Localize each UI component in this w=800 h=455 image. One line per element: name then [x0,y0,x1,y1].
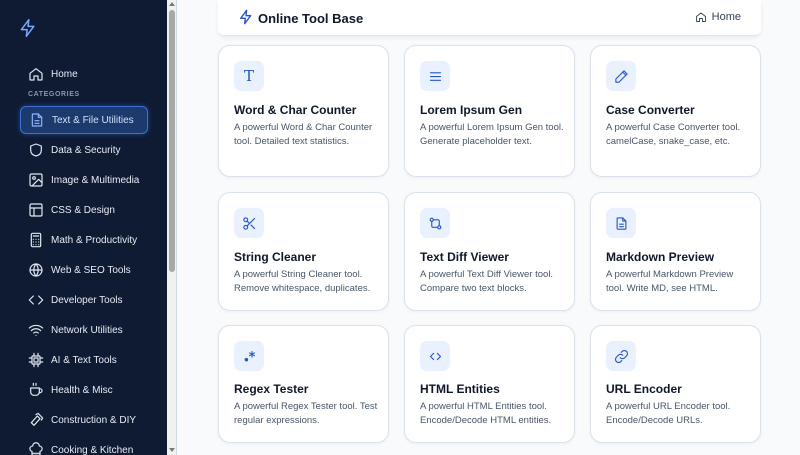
sidebar-item-ai-text-tools[interactable]: AI & Text Tools [20,346,148,374]
home-icon [28,66,44,82]
menu-icon [420,61,450,91]
card-description: A powerful URL Encoder tool. Encode/Deco… [606,401,731,426]
bolt-logo-icon[interactable] [18,18,38,38]
sidebar-item-label: Text & File Utilities [52,114,134,126]
card-title: Lorem Ipsum Gen [420,103,523,117]
card-title: Markdown Preview [606,250,715,264]
card-description: A powerful Regex Tester tool. Test regul… [234,401,378,426]
sidebar-item-home[interactable]: Home [20,60,148,88]
tool-card-url-encoder[interactable]: URL Encoder A powerful URL Encoder tool.… [590,325,761,443]
sidebar-item-text-file-utilities[interactable]: Text & File Utilities [20,106,148,134]
scissors-icon [234,208,264,238]
sidebar-item-developer-tools[interactable]: Developer Tools [20,286,148,314]
sidebar-item-label: Construction & DIY [51,414,137,426]
sidebar-item-label: Home [51,68,78,80]
pen-icon [606,61,636,91]
home-link-label: Home [711,11,741,23]
card-description: A powerful Case Converter tool. camelCas… [606,122,741,147]
tool-card-string-cleaner[interactable]: String Cleaner A powerful String Cleaner… [218,192,389,311]
globe-icon [28,262,44,278]
card-title: Case Converter [606,103,695,117]
sidebar-item-label: Math & Productivity [51,234,138,246]
card-title: Text Diff Viewer [420,250,509,264]
sidebar-item-label: CSS & Design [51,204,115,216]
sidebar-item-cooking-kitchen[interactable]: Cooking & Kitchen [20,436,148,455]
card-title: HTML Entities [420,382,500,396]
wifi-icon [28,322,44,338]
sidebar-item-image-multimedia[interactable]: Image & Multimedia [20,166,148,194]
layout-icon [28,202,44,218]
code-icon [28,292,44,308]
card-title: Regex Tester [234,382,309,396]
card-title: URL Encoder [606,382,682,396]
tool-card-text-diff-viewer[interactable]: Text Diff Viewer A powerful Text Diff Vi… [404,192,575,311]
calculator-icon [28,232,44,248]
chef-hat-icon [28,442,44,455]
sidebar-item-label: Data & Security [51,144,121,156]
tool-card-lorem-ipsum-gen[interactable]: Lorem Ipsum Gen A powerful Lorem Ipsum G… [404,45,575,177]
card-description: A powerful String Cleaner tool. Remove w… [234,269,371,294]
card-title: String Cleaner [234,250,317,264]
bolt-icon [240,9,252,25]
file-text-icon [29,112,45,128]
card-description: A powerful Markdown Preview tool. Write … [606,269,734,294]
home-link[interactable]: Home [695,11,741,23]
categories-heading: CATEGORIES [28,91,80,98]
card-description: A powerful Word & Char Counter tool. Det… [234,122,373,147]
type-icon: T [234,61,264,91]
page-title: Online Tool Base [258,11,364,26]
coffee-icon [28,382,44,398]
git-compare-icon [420,208,450,238]
sidebar-item-network-utilities[interactable]: Network Utilities [20,316,148,344]
tool-card-case-converter[interactable]: Case Converter A powerful Case Converter… [590,45,761,177]
tool-card-regex-tester[interactable]: Regex Tester A powerful Regex Tester too… [218,325,389,443]
card-title: Word & Char Counter [234,103,357,117]
sidebar-item-construction-diy[interactable]: Construction & DIY [20,406,148,434]
scroll-thumb[interactable] [169,10,175,272]
sidebar-item-data-security[interactable]: Data & Security [20,136,148,164]
scroll-up-arrow-icon[interactable] [169,2,175,6]
regex-icon [234,341,264,371]
scroll-down-arrow-icon[interactable] [169,448,175,452]
sidebar-item-health-misc[interactable]: Health & Misc [20,376,148,404]
card-description: A powerful HTML Entities tool. Encode/De… [420,401,552,426]
tool-card-word-char-counter[interactable]: T Word & Char Counter A powerful Word & … [218,45,389,177]
home-icon [695,12,706,22]
link-icon [606,341,636,371]
sidebar-item-label: AI & Text Tools [51,354,117,366]
image-icon [28,172,44,188]
sidebar-item-label: Health & Misc [51,384,113,396]
file-icon [606,208,636,238]
cpu-icon [28,352,44,368]
sidebar-item-label: Developer Tools [51,294,123,306]
sidebar-item-label: Cooking & Kitchen [51,444,134,455]
sidebar-item-label: Image & Multimedia [51,174,140,186]
card-description: A powerful Lorem Ipsum Gen tool. Generat… [420,122,564,147]
hammer-icon [28,412,44,428]
card-description: A powerful Text Diff Viewer tool. Compar… [420,269,554,294]
sidebar-item-label: Web & SEO Tools [51,264,131,276]
tool-card-html-entities[interactable]: HTML Entities A powerful HTML Entities t… [404,325,575,443]
sidebar-item-web-seo-tools[interactable]: Web & SEO Tools [20,256,148,284]
sidebar-item-math-productivity[interactable]: Math & Productivity [20,226,148,254]
code-icon [420,341,450,371]
tool-card-markdown-preview[interactable]: Markdown Preview A powerful Markdown Pre… [590,192,761,311]
sidebar-item-css-design[interactable]: CSS & Design [20,196,148,224]
sidebar: Home CATEGORIES Text & File Utilities Da… [0,0,167,455]
page-header: Online Tool Base Home [218,0,761,36]
sidebar-item-label: Network Utilities [51,324,123,336]
shield-icon [28,142,44,158]
sidebar-scrollbar[interactable] [167,0,177,455]
